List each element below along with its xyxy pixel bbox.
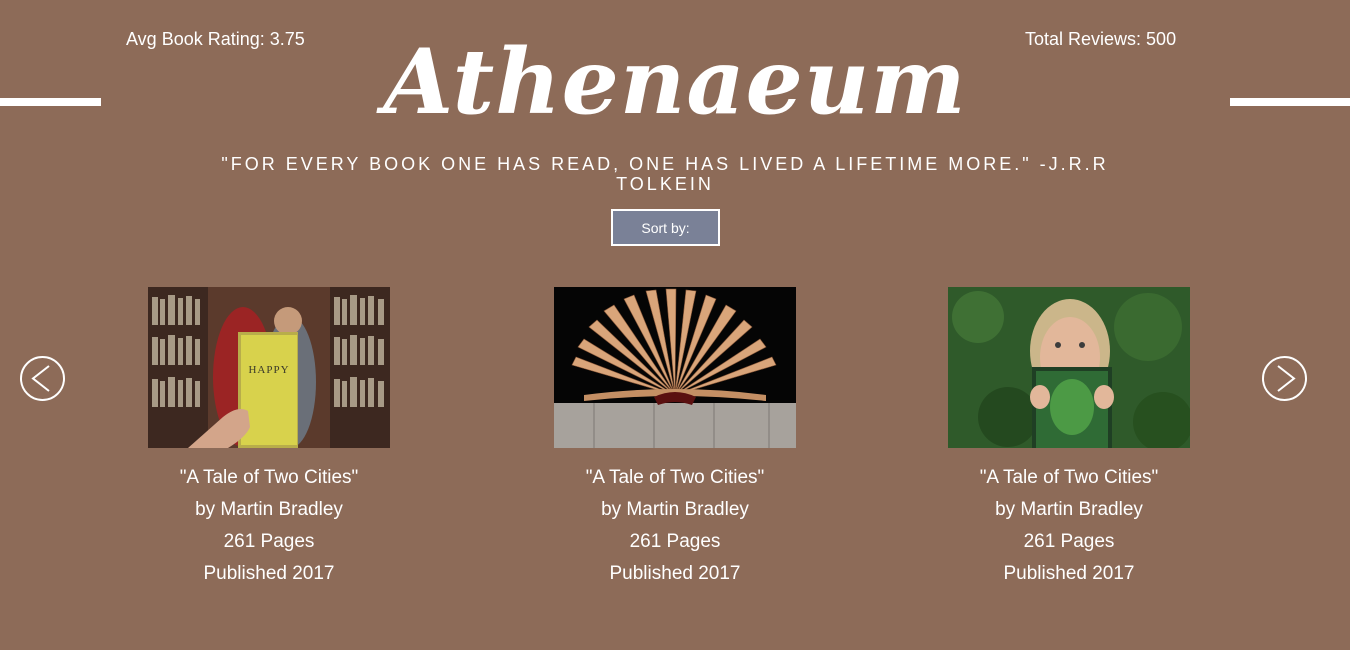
sort-button[interactable]: Sort by: [611, 209, 720, 246]
open-book-photo[interactable] [554, 287, 796, 448]
book-published: Published 2017 [1003, 563, 1135, 584]
site-title: Athenaeum [383, 29, 967, 135]
book-author: by Martin Bradley [195, 499, 343, 520]
book-info: "A Tale of Two Cities" by Martin Bradley… [948, 462, 1190, 590]
book-author: by Martin Bradley [995, 499, 1143, 520]
book-card[interactable]: "A Tale of Two Cities" by Martin Bradley… [554, 287, 796, 590]
book-info: "A Tale of Two Cities" by Martin Bradley… [554, 462, 796, 590]
book-published: Published 2017 [203, 563, 335, 584]
book-title: "A Tale of Two Cities" [979, 467, 1159, 488]
hand-holding-book-photo[interactable]: HAPPY [148, 287, 390, 448]
book-author: by Martin Bradley [601, 499, 749, 520]
previous-button[interactable] [20, 356, 65, 401]
chevron-left-icon [31, 365, 50, 392]
book-pages: 261 Pages [629, 531, 721, 552]
chevron-right-icon [1277, 365, 1296, 392]
left-divider [0, 98, 101, 106]
book-pages: 261 Pages [223, 531, 315, 552]
book-pages: 261 Pages [1023, 531, 1115, 552]
quote-text: "FOR EVERY BOOK ONE HAS READ, ONE HAS LI… [221, 154, 1109, 194]
book-card[interactable]: HAPPY "A Tale of Two Cities" by Martin B… [148, 287, 390, 590]
book-title: "A Tale of Two Cities" [585, 467, 765, 488]
sort-button-label: Sort by: [641, 219, 690, 236]
right-divider [1230, 98, 1350, 106]
book-title: "A Tale of Two Cities" [179, 467, 359, 488]
book-card[interactable]: "A Tale of Two Cities" by Martin Bradley… [948, 287, 1190, 590]
cover-title-text: HAPPY [248, 364, 289, 376]
book-info: "A Tale of Two Cities" by Martin Bradley… [148, 462, 390, 590]
woman-reading-book-photo[interactable] [948, 287, 1190, 448]
total-reviews-text: Total Reviews: 500 [1025, 29, 1177, 49]
book-published: Published 2017 [609, 563, 741, 584]
next-button[interactable] [1262, 356, 1307, 401]
avg-rating-text: Avg Book Rating: 3.75 [126, 29, 305, 49]
page: Avg Book Rating: 3.75 Total Reviews: 500… [0, 0, 1350, 650]
